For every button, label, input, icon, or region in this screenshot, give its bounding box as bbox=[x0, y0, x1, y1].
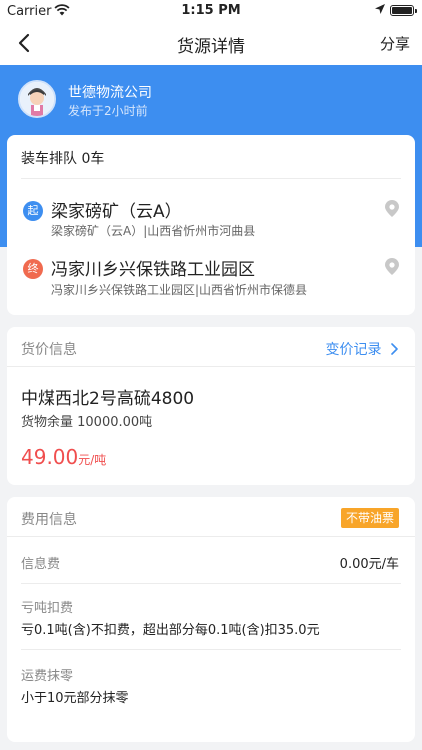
goods-remaining: 货物余量 10000.00吨 bbox=[21, 415, 153, 430]
price-unit: 元/吨 bbox=[78, 453, 107, 467]
avatar bbox=[18, 80, 56, 118]
rounding-value: 小于10元部分抹零 bbox=[21, 691, 129, 706]
divider bbox=[21, 649, 401, 650]
status-bar: Carrier 1:15 PM bbox=[0, 0, 422, 22]
start-location-address: 梁家磅矿（云A）|山西省忻州市河曲县 bbox=[51, 224, 256, 238]
posted-time: 发布于2小时前 bbox=[68, 104, 148, 118]
location-arrow-icon bbox=[375, 4, 385, 14]
end-badge: 终 bbox=[23, 259, 43, 279]
goods-name: 中煤西北2号高硫4800 bbox=[21, 389, 195, 409]
start-badge: 起 bbox=[23, 201, 43, 221]
start-location-name: 梁家磅矿（云A） bbox=[51, 202, 182, 222]
route-card: 装车排队 0车 起 梁家磅矿（云A） 梁家磅矿（云A）|山西省忻州市河曲县 终 … bbox=[7, 135, 415, 315]
fee-section-header: 费用信息 不带油票 bbox=[7, 497, 415, 537]
price-change-log-link[interactable]: 变价记录 bbox=[326, 339, 399, 359]
end-location-address: 冯家川乡兴保铁路工业园区|山西省忻州市保德县 bbox=[51, 283, 308, 297]
loss-fee-label: 亏吨扣费 bbox=[21, 601, 74, 616]
fee-section-title: 费用信息 bbox=[21, 512, 77, 528]
page-title: 货源详情 bbox=[177, 37, 245, 57]
loss-fee-value: 亏0.1吨(含)不扣费，超出部分每0.1吨(含)扣35.0元 bbox=[21, 623, 320, 638]
share-button[interactable]: 分享 bbox=[380, 33, 410, 54]
price-section-title: 货价信息 bbox=[21, 342, 77, 358]
price-value: 49.00 bbox=[21, 445, 79, 469]
price-card: 货价信息 变价记录 中煤西北2号高硫4800 货物余量 10000.00吨 49… bbox=[7, 327, 415, 485]
price-section-header: 货价信息 变价记录 bbox=[7, 327, 415, 367]
divider bbox=[21, 583, 401, 584]
user-avatar-icon bbox=[20, 82, 54, 116]
battery-icon bbox=[390, 5, 417, 16]
fee-card: 费用信息 不带油票 信息费 0.00元/车 亏吨扣费 亏0.1吨(含)不扣费，超… bbox=[7, 497, 415, 742]
fuel-ticket-badge: 不带油票 bbox=[340, 508, 399, 528]
company-name: 世德物流公司 bbox=[68, 85, 152, 101]
rounding-label: 运费抹零 bbox=[21, 669, 74, 684]
clock: 1:15 PM bbox=[181, 3, 241, 18]
info-fee-value: 0.00元/车 bbox=[339, 557, 399, 572]
price-change-log-label: 变价记录 bbox=[325, 342, 382, 358]
map-pin-icon[interactable] bbox=[385, 200, 399, 217]
divider bbox=[21, 178, 401, 179]
loading-queue: 装车排队 0车 bbox=[21, 151, 105, 167]
navigation-bar: 货源详情 分享 bbox=[0, 22, 422, 65]
end-location-name: 冯家川乡兴保铁路工业园区 bbox=[51, 260, 255, 280]
chevron-right-icon bbox=[391, 343, 398, 355]
info-fee-label: 信息费 bbox=[21, 557, 61, 572]
price: 49.00元/吨 bbox=[21, 445, 106, 469]
map-pin-icon[interactable] bbox=[385, 258, 399, 275]
